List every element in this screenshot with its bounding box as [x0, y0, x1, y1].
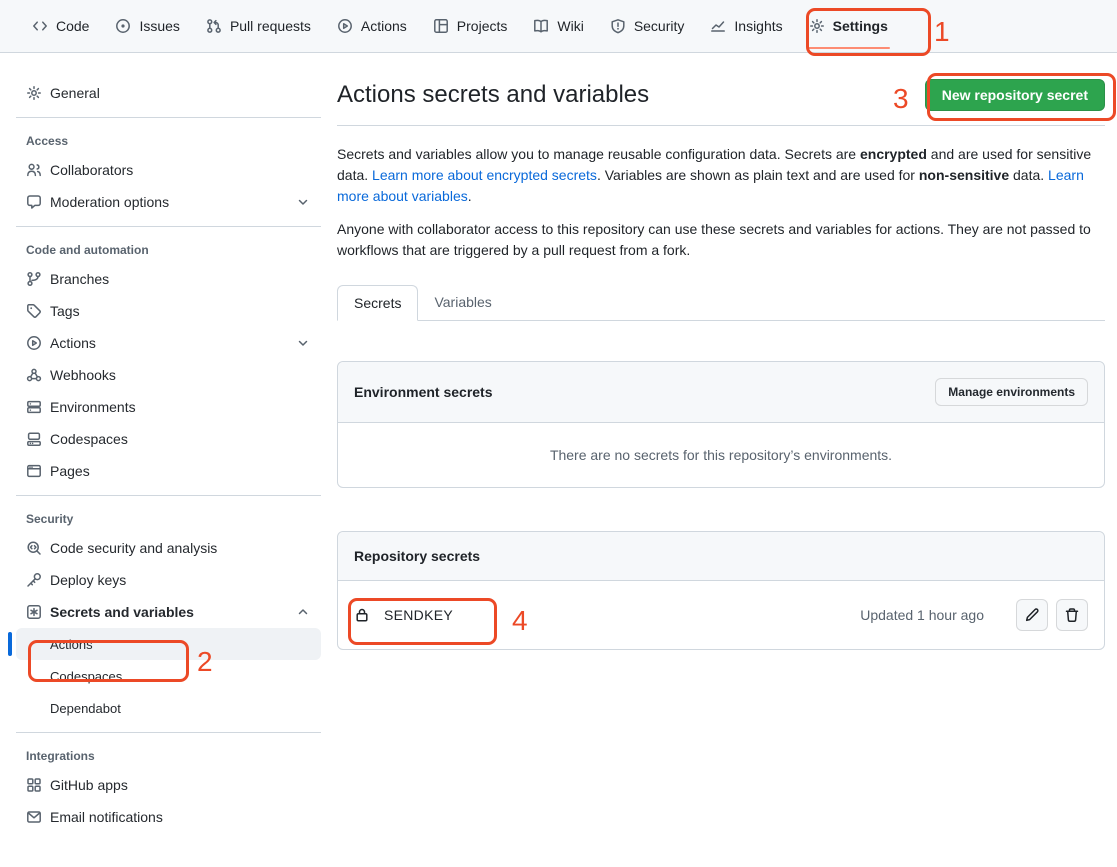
text-fragment: .: [468, 188, 472, 204]
chevron-down-icon: [295, 335, 311, 351]
sidebar-item-secrets-variables[interactable]: Secrets and variables: [16, 596, 321, 628]
nav-tab-settings[interactable]: Settings: [799, 0, 898, 52]
sidebar-item-code-security[interactable]: Code security and analysis: [16, 532, 321, 564]
sidebar-subitem-dependabot[interactable]: Dependabot: [16, 692, 321, 724]
pull-request-icon: [206, 18, 222, 34]
sidebar-item-github-apps[interactable]: GitHub apps: [16, 769, 321, 801]
active-indicator-bar: [8, 632, 12, 656]
graph-icon: [710, 18, 726, 34]
sidebar-divider: [16, 495, 321, 496]
text-fragment-bold: encrypted: [860, 146, 927, 162]
sidebar-subitem-codespaces[interactable]: Codespaces: [16, 660, 321, 692]
nav-tab-issues[interactable]: Issues: [105, 0, 189, 52]
active-tab-underline: [807, 47, 890, 49]
delete-secret-button[interactable]: [1056, 599, 1088, 631]
repository-secrets-card: Repository secrets SENDKEY Updated 1 hou…: [337, 531, 1105, 650]
sidebar-section-security: Security: [16, 504, 321, 532]
repository-secrets-title: Repository secrets: [354, 548, 480, 564]
sidebar-section-access: Access: [16, 126, 321, 154]
server-icon: [26, 399, 42, 415]
git-branch-icon: [26, 271, 42, 287]
code-icon: [32, 18, 48, 34]
title-divider: [337, 125, 1105, 126]
gear-icon: [809, 18, 825, 34]
sidebar-item-actions[interactable]: Actions: [16, 327, 321, 359]
codespaces-icon: [26, 431, 42, 447]
new-repository-secret-button[interactable]: New repository secret: [925, 79, 1105, 111]
repo-nav: Code Issues Pull requests Actions Projec…: [0, 0, 1117, 53]
browser-icon: [26, 463, 42, 479]
codescan-icon: [26, 540, 42, 556]
issue-icon: [115, 18, 131, 34]
nav-tab-projects[interactable]: Projects: [423, 0, 518, 52]
sidebar-subitem-actions[interactable]: Actions: [16, 628, 321, 660]
sidebar-item-collaborators[interactable]: Collaborators: [16, 154, 321, 186]
nav-tab-insights[interactable]: Insights: [700, 0, 792, 52]
book-icon: [533, 18, 549, 34]
main-content: Actions secrets and variables New reposi…: [337, 53, 1105, 650]
discussion-icon: [26, 194, 42, 210]
play-circle-icon: [26, 335, 42, 351]
text-fragment-bold: non-sensitive: [919, 167, 1009, 183]
environment-secrets-empty-text: There are no secrets for this repository…: [338, 423, 1104, 487]
gear-icon: [26, 85, 42, 101]
sidebar-item-webhooks[interactable]: Webhooks: [16, 359, 321, 391]
chevron-up-icon: [295, 604, 311, 620]
tab-variables[interactable]: Variables: [418, 285, 507, 320]
environment-secrets-title: Environment secrets: [354, 384, 493, 400]
sidebar-item-moderation-options[interactable]: Moderation options: [16, 186, 321, 218]
shield-icon: [610, 18, 626, 34]
secrets-variables-tabs: Secrets Variables: [337, 285, 1105, 321]
environment-secrets-card: Environment secrets Manage environments …: [337, 361, 1105, 488]
sidebar-item-codespaces[interactable]: Codespaces: [16, 423, 321, 455]
text-fragment: . Variables are shown as plain text and …: [597, 167, 919, 183]
chevron-down-icon: [295, 194, 311, 210]
encrypted-secrets-link[interactable]: Learn more about encrypted secrets: [372, 167, 597, 183]
sidebar-divider: [16, 226, 321, 227]
collaborator-access-paragraph: Anyone with collaborator access to this …: [337, 219, 1105, 261]
secret-row-sendkey: SENDKEY Updated 1 hour ago: [338, 581, 1104, 649]
tag-icon: [26, 303, 42, 319]
people-icon: [26, 162, 42, 178]
manage-environments-button[interactable]: Manage environments: [935, 378, 1088, 406]
sidebar-item-deploy-keys[interactable]: Deploy keys: [16, 564, 321, 596]
sidebar-item-pages[interactable]: Pages: [16, 455, 321, 487]
sidebar-item-tags[interactable]: Tags: [16, 295, 321, 327]
trash-icon: [1064, 607, 1080, 623]
apps-icon: [26, 777, 42, 793]
text-fragment: data.: [1009, 167, 1048, 183]
settings-sidebar: General Access Collaborators Moderation …: [0, 53, 337, 833]
sidebar-item-environments[interactable]: Environments: [16, 391, 321, 423]
mail-icon: [26, 809, 42, 825]
sidebar-section-integrations: Integrations: [16, 741, 321, 769]
nav-tab-code[interactable]: Code: [22, 0, 99, 52]
webhook-icon: [26, 367, 42, 383]
page-title: Actions secrets and variables: [337, 81, 649, 109]
text-fragment: Secrets and variables allow you to manag…: [337, 146, 860, 162]
pencil-icon: [1024, 607, 1040, 623]
intro-paragraph: Secrets and variables allow you to manag…: [337, 144, 1105, 207]
sidebar-item-email-notifications[interactable]: Email notifications: [16, 801, 321, 833]
nav-tab-security[interactable]: Security: [600, 0, 695, 52]
sidebar-divider: [16, 117, 321, 118]
sidebar-divider: [16, 732, 321, 733]
lock-icon: [354, 607, 370, 623]
nav-tab-pull-requests[interactable]: Pull requests: [196, 0, 321, 52]
asterisk-box-icon: [26, 604, 42, 620]
sidebar-item-general[interactable]: General: [16, 77, 321, 109]
sidebar-item-branches[interactable]: Branches: [16, 263, 321, 295]
github-settings-page: Code Issues Pull requests Actions Projec…: [0, 0, 1117, 867]
key-icon: [26, 572, 42, 588]
secret-name: SENDKEY: [384, 607, 453, 623]
edit-secret-button[interactable]: [1016, 599, 1048, 631]
nav-tab-actions[interactable]: Actions: [327, 0, 417, 52]
table-icon: [433, 18, 449, 34]
nav-tab-wiki[interactable]: Wiki: [523, 0, 593, 52]
tab-secrets[interactable]: Secrets: [337, 285, 418, 321]
secret-updated-text: Updated 1 hour ago: [860, 607, 984, 623]
play-circle-icon: [337, 18, 353, 34]
sidebar-section-code-automation: Code and automation: [16, 235, 321, 263]
